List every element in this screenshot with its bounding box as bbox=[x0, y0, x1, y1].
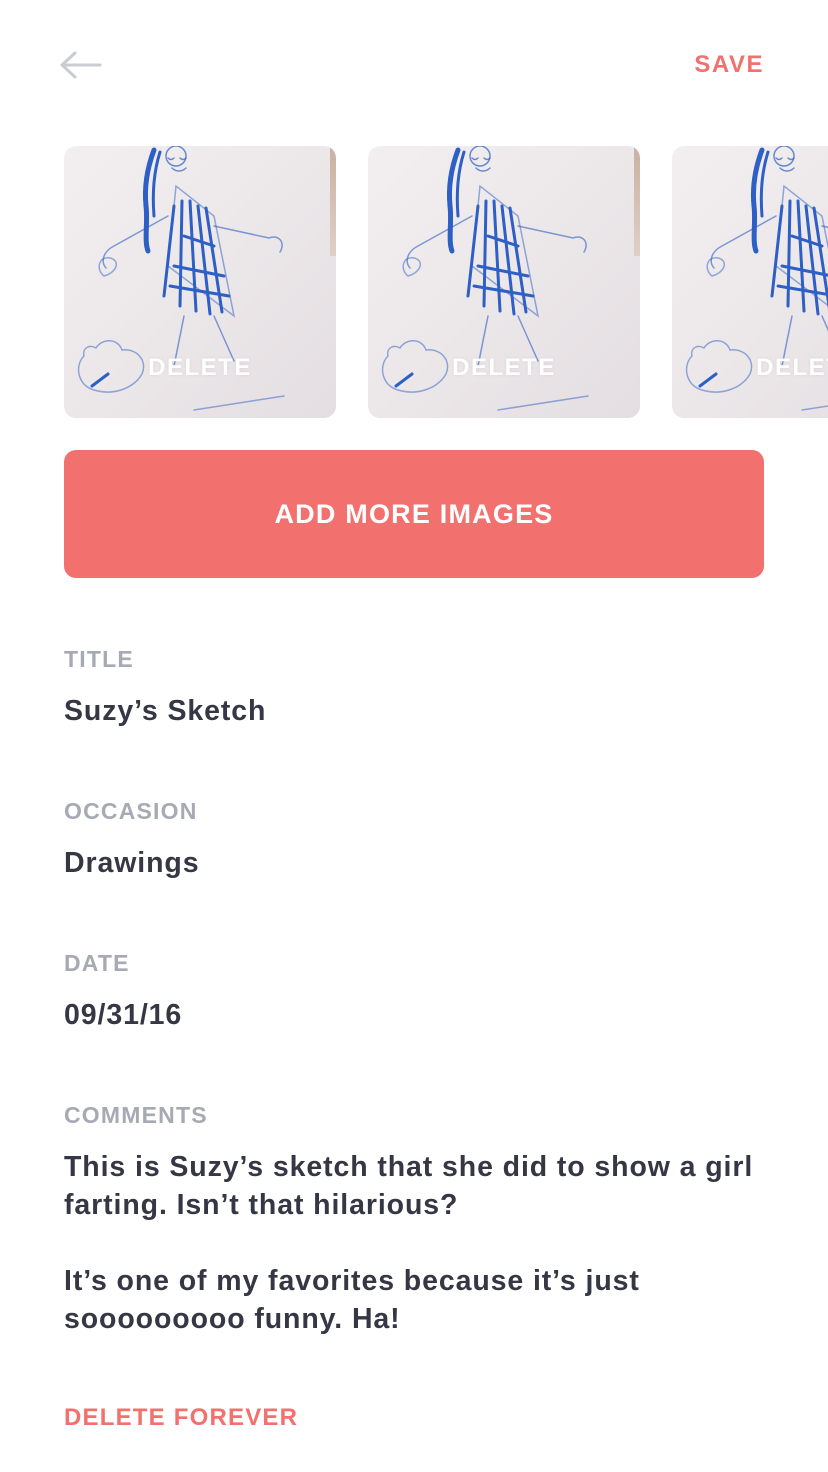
title-label: TITLE bbox=[64, 646, 134, 672]
save-button[interactable]: SAVE bbox=[694, 50, 764, 80]
image-carousel[interactable]: DELETE DELETE DELE bbox=[64, 146, 828, 418]
date-label: DATE bbox=[64, 950, 130, 976]
photo-edge bbox=[330, 146, 336, 256]
delete-image-button[interactable]: DELETE bbox=[672, 354, 828, 382]
occasion-field[interactable]: Drawings bbox=[64, 844, 764, 882]
occasion-label: OCCASION bbox=[64, 798, 198, 824]
comments-paragraph: It’s one of my favorites because it’s ju… bbox=[64, 1265, 640, 1335]
image-thumbnail[interactable]: DELETE bbox=[672, 146, 828, 418]
add-more-images-button[interactable]: ADD MORE IMAGES bbox=[64, 450, 764, 578]
date-field[interactable]: 09/31/16 bbox=[64, 996, 764, 1034]
image-thumbnail[interactable]: DELETE bbox=[368, 146, 640, 418]
comments-label: COMMENTS bbox=[64, 1102, 208, 1128]
comments-field[interactable]: This is Suzy’s sketch that she did to sh… bbox=[64, 1148, 764, 1338]
delete-image-button[interactable]: DELETE bbox=[368, 354, 640, 382]
delete-image-button[interactable]: DELETE bbox=[64, 354, 336, 382]
delete-forever-button[interactable]: DELETE FOREVER bbox=[64, 1404, 298, 1432]
edit-memory-screen: SAVE DELETE DELETE DELE ADD MORE IMAGES … bbox=[0, 0, 828, 1472]
comments-paragraph: This is Suzy’s sketch that she did to sh… bbox=[64, 1151, 754, 1221]
title-field[interactable]: Suzy’s Sketch bbox=[64, 692, 764, 730]
photo-edge bbox=[634, 146, 640, 256]
arrow-left-icon bbox=[60, 51, 102, 79]
back-button[interactable] bbox=[58, 48, 106, 82]
image-thumbnail[interactable]: DELETE bbox=[64, 146, 336, 418]
